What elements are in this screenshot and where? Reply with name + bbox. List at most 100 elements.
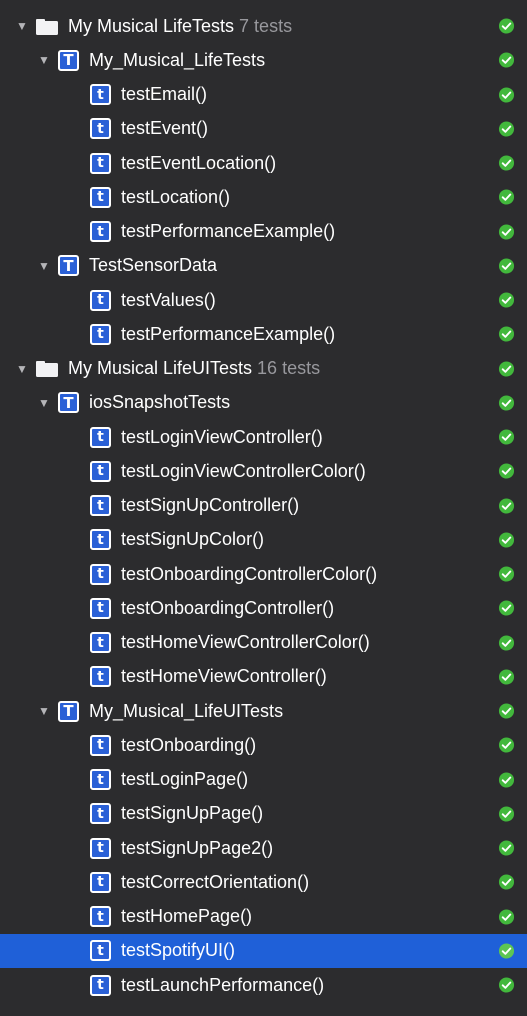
test-passed-icon[interactable] [498,223,515,240]
test-method-row[interactable]: t testHomeViewController() [0,660,527,694]
test-passed-icon[interactable] [498,874,515,891]
test-passed-icon[interactable] [498,737,515,754]
test-passed-icon[interactable] [498,771,515,788]
test-class-row[interactable]: ▼ T TestSensorData [0,249,527,283]
test-class-icon: T [58,255,79,277]
test-passed-icon[interactable] [498,52,515,69]
test-passed-icon[interactable] [498,257,515,274]
test-class-row[interactable]: ▼ T My_Musical_LifeUITests [0,694,527,728]
test-passed-icon[interactable] [498,463,515,480]
test-passed-icon[interactable] [498,189,515,206]
test-method-name: testLaunchPerformance() [121,974,325,995]
folder-icon [36,18,58,35]
test-method-icon: t [90,632,111,654]
test-passed-icon[interactable] [498,668,515,685]
test-navigator: ▼ My Musical LifeTests 7 tests ▼ T My_Musical… [0,0,527,1016]
disclosure-triangle-open-icon[interactable]: ▼ [36,395,52,411]
test-passed-icon[interactable] [498,531,515,548]
test-class-row[interactable]: ▼ T My_Musical_LifeTests [0,43,527,77]
test-method-row[interactable]: t testOnboardingControllerColor() [0,557,527,591]
test-method-row[interactable]: t testOnboarding() [0,728,527,762]
test-class-name: My_Musical_LifeTests [89,49,266,70]
test-passed-icon[interactable] [498,634,515,651]
test-method-row[interactable]: t testEventLocation() [0,146,527,180]
test-method-name: testOnboardingControllerColor() [121,563,378,584]
test-passed-icon[interactable] [498,840,515,857]
test-method-icon: t [90,769,111,791]
test-method-row[interactable]: t testPerformanceExample() [0,215,527,249]
test-method-icon: t [90,495,111,517]
test-passed-icon[interactable] [498,429,515,446]
test-method-row[interactable]: t testLocation() [0,180,527,214]
test-method-icon: t [90,906,111,928]
test-count: 16 tests [257,358,321,379]
test-count: 7 tests [239,15,293,36]
test-method-row-selected[interactable]: t testSpotifyUI() [0,933,527,968]
test-class-name: TestSensorData [89,255,218,276]
test-passed-icon[interactable] [498,600,515,617]
test-method-row[interactable]: t testLoginViewController() [0,420,527,454]
test-method-icon: t [90,803,111,825]
test-method-name: testSpotifyUI() [121,940,236,961]
test-method-row[interactable]: t testLaunchPerformance() [0,968,527,1002]
test-bundle-row[interactable]: ▼ My Musical LifeUITests 16 tests [0,352,527,386]
test-method-row[interactable]: t testHomeViewControllerColor() [0,626,527,660]
test-method-name: testSignUpController() [121,495,300,516]
test-method-name: testValues() [121,289,216,310]
test-method-name: testHomeViewControllerColor() [121,632,370,653]
test-passed-icon[interactable] [498,155,515,172]
test-method-name: testEmail() [121,84,208,105]
test-method-row[interactable]: t testEvent() [0,112,527,146]
disclosure-triangle-open-icon[interactable]: ▼ [14,361,30,377]
test-passed-icon[interactable] [498,292,515,309]
test-method-icon: t [90,597,111,619]
test-method-name: testLoginViewControllerColor() [121,460,366,481]
disclosure-triangle-open-icon[interactable]: ▼ [36,703,52,719]
test-method-row[interactable]: t testOnboardingController() [0,591,527,625]
test-passed-icon[interactable] [498,360,515,377]
disclosure-triangle-open-icon[interactable]: ▼ [36,258,52,274]
test-method-row[interactable]: t testEmail() [0,78,527,112]
test-method-name: testLocation() [121,186,231,207]
test-passed-icon[interactable] [498,18,515,35]
test-passed-icon[interactable] [498,908,515,925]
test-class-icon: T [58,49,79,71]
test-method-icon: t [90,563,111,585]
disclosure-triangle-open-icon[interactable]: ▼ [14,18,30,34]
test-class-name: iosSnapshotTests [89,392,231,413]
test-passed-icon[interactable] [498,497,515,514]
test-passed-icon[interactable] [498,566,515,583]
test-bundle-row[interactable]: ▼ My Musical LifeTests 7 tests [0,9,527,43]
test-method-row[interactable]: t testPerformanceExample() [0,317,527,351]
test-method-name: testSignUpPage2() [121,837,274,858]
test-method-row[interactable]: t testSignUpPage() [0,797,527,831]
disclosure-triangle-open-icon[interactable]: ▼ [36,52,52,68]
test-method-icon: t [90,289,111,311]
test-method-name: testOnboardingController() [121,597,335,618]
test-method-row[interactable]: t testValues() [0,283,527,317]
test-method-row[interactable]: t testSignUpColor() [0,523,527,557]
test-method-row[interactable]: t testSignUpPage2() [0,831,527,865]
test-method-name: testSignUpColor() [121,529,265,550]
test-passed-icon[interactable] [498,977,515,994]
test-method-name: testEventLocation() [121,152,277,173]
test-method-name: testEvent() [121,118,209,139]
navigator-top-edge [0,0,527,9]
test-method-row[interactable]: t testLoginPage() [0,763,527,797]
test-passed-icon[interactable] [498,942,515,959]
test-method-icon: t [90,734,111,756]
test-method-row[interactable]: t testLoginViewControllerColor() [0,454,527,488]
test-passed-icon[interactable] [498,86,515,103]
test-method-name: testHomePage() [121,906,253,927]
test-passed-icon[interactable] [498,120,515,137]
test-class-row[interactable]: ▼ TiosSnapshotTests [0,386,527,420]
test-passed-icon[interactable] [498,703,515,720]
test-passed-icon[interactable] [498,326,515,343]
test-passed-icon[interactable] [498,394,515,411]
test-method-row[interactable]: t testHomePage() [0,900,527,934]
test-method-row[interactable]: t testSignUpController() [0,489,527,523]
test-passed-icon[interactable] [498,805,515,822]
test-method-icon: t [90,118,111,140]
test-method-name: testOnboarding() [121,734,257,755]
test-method-row[interactable]: t testCorrectOrientation() [0,865,527,899]
